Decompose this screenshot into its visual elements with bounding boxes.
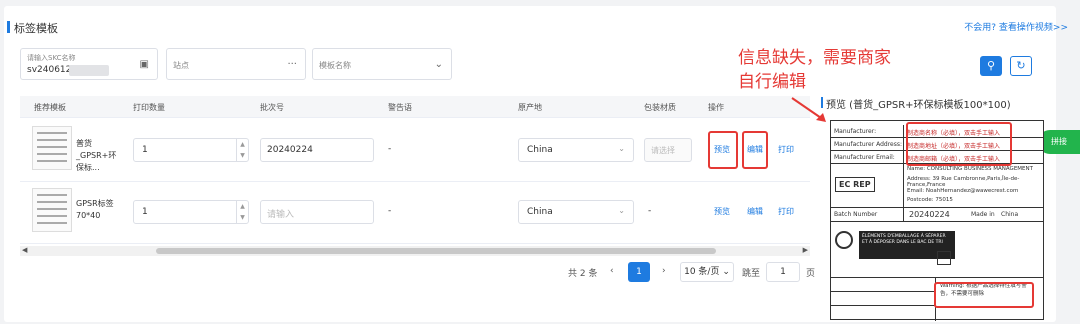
table-row: 普货_GPSR+环保标... 1 ▲ ▼ 20240224 - China ⌄ 请… (20, 118, 810, 182)
table-row: GPSR标签70*40 1 ▲ ▼ 请输入 - China ⌄ - 预览 编辑 打… (20, 182, 810, 244)
page-title: 标签模板 (7, 21, 58, 35)
search-button[interactable]: ⚲ (980, 56, 1002, 76)
print-link[interactable]: 打印 (778, 206, 794, 217)
jump-label: 跳至 (742, 269, 761, 279)
table-header: 推荐模板 打印数量 批次号 警告语 原产地 包装材质 操作 (20, 96, 810, 118)
col-origin: 原产地 (518, 103, 542, 112)
edit-link[interactable]: 编辑 (747, 206, 763, 217)
preview-link[interactable]: 预览 (714, 206, 730, 217)
chevron-down-icon: ⌄ (722, 267, 730, 277)
packaging-value: - (648, 206, 652, 216)
page-1-button[interactable]: 1 (628, 262, 650, 282)
batch-row: Batch Number 20240224 Made in China (831, 208, 1043, 222)
chevron-down-icon: ⌄ (618, 206, 625, 215)
col-warning: 警告语 (388, 103, 412, 112)
origin-select[interactable]: China ⌄ (518, 200, 634, 224)
blurred-text (69, 65, 109, 76)
col-packaging: 包装材质 (644, 103, 676, 112)
horizontal-scrollbar[interactable]: ◀ ▶ (20, 246, 810, 256)
highlight-warning-box (934, 282, 1034, 308)
highlight-missing-info-box (906, 122, 1012, 166)
col-actions: 操作 (708, 103, 724, 112)
site-placeholder: 站点 (173, 61, 189, 70)
jump-page-input[interactable]: 1 (766, 262, 800, 282)
quantity-stepper[interactable]: 1 ▲ ▼ (133, 138, 249, 162)
warning-value: - (388, 206, 392, 216)
warning-value: - (388, 144, 392, 154)
template-thumbnail (32, 126, 72, 170)
search-icon: ⚲ (986, 59, 996, 72)
template-table: 推荐模板 打印数量 批次号 警告语 原产地 包装材质 操作 普货_GPSR+环保… (20, 96, 810, 246)
annotation-arrow (791, 97, 826, 122)
chevron-down-icon: ⌄ (434, 59, 443, 70)
batch-number-input[interactable]: 请输入 (260, 200, 374, 224)
preview-title: 预览 (普货_GPSR+环保标模板100*100) (821, 96, 1011, 111)
ellipsis-icon: ··· (287, 59, 297, 70)
page-size-select[interactable]: 10 条/页 ⌄ (680, 262, 734, 282)
page-suffix: 页 (806, 269, 816, 279)
col-batch-number: 批次号 (260, 103, 284, 112)
origin-select[interactable]: China ⌄ (518, 138, 634, 162)
template-placeholder: 模板名称 (319, 61, 351, 70)
highlight-preview-box (708, 131, 738, 169)
scroll-right-icon[interactable]: ▶ (803, 246, 808, 254)
highlight-edit-box (742, 131, 768, 169)
blank-box (831, 277, 935, 321)
template-name-select[interactable]: 模板名称 ⌄ (312, 48, 452, 80)
ec-rep-badge: EC REP (835, 177, 875, 192)
chevron-down-icon: ⌄ (618, 144, 625, 153)
batch-number-input[interactable]: 20240224 (260, 138, 374, 162)
triman-icon (835, 231, 853, 249)
side-tab-button[interactable]: 拼接 (1038, 130, 1080, 154)
stepper-arrows-icon[interactable]: ▲ ▼ (236, 139, 248, 161)
refresh-icon: ↻ (1016, 59, 1026, 72)
template-name: GPSR标签70*40 (76, 199, 114, 220)
col-recommended-template: 推荐模板 (34, 103, 66, 112)
recycle-bin-icon (937, 251, 951, 265)
template-name: 普货_GPSR+环保标... (76, 139, 117, 172)
scroll-left-icon[interactable]: ◀ (22, 246, 27, 254)
stepper-arrows-icon[interactable]: ▲ ▼ (236, 201, 248, 223)
quantity-stepper[interactable]: 1 ▲ ▼ (133, 200, 249, 224)
col-print-quantity: 打印数量 (133, 103, 165, 112)
skc-search-input[interactable]: 请输入SKC名称 sv2406120 ▣ (20, 48, 158, 80)
site-select[interactable]: 站点 ··· (166, 48, 306, 80)
skc-input-label: 请输入SKC名称 (27, 54, 76, 62)
paste-icon[interactable]: ▣ (140, 59, 149, 70)
total-count: 共 2 条 (568, 269, 598, 279)
help-video-link[interactable]: 不会用? 查看操作视频>> (964, 20, 1068, 33)
prev-page-icon[interactable]: ‹ (610, 266, 614, 276)
annotation-text: 信息缺失，需要商家 自行编辑 (738, 48, 891, 92)
template-thumbnail (32, 188, 72, 232)
scrollbar-thumb[interactable] (156, 248, 716, 254)
print-link[interactable]: 打印 (778, 144, 794, 155)
packaging-select[interactable]: 请选择 (644, 138, 692, 162)
refresh-button[interactable]: ↻ (1010, 56, 1032, 76)
next-page-icon[interactable]: › (662, 266, 666, 276)
ec-rep-row: EC REP Name: CONSULTING BUSINESS MANAGEM… (831, 164, 1043, 208)
